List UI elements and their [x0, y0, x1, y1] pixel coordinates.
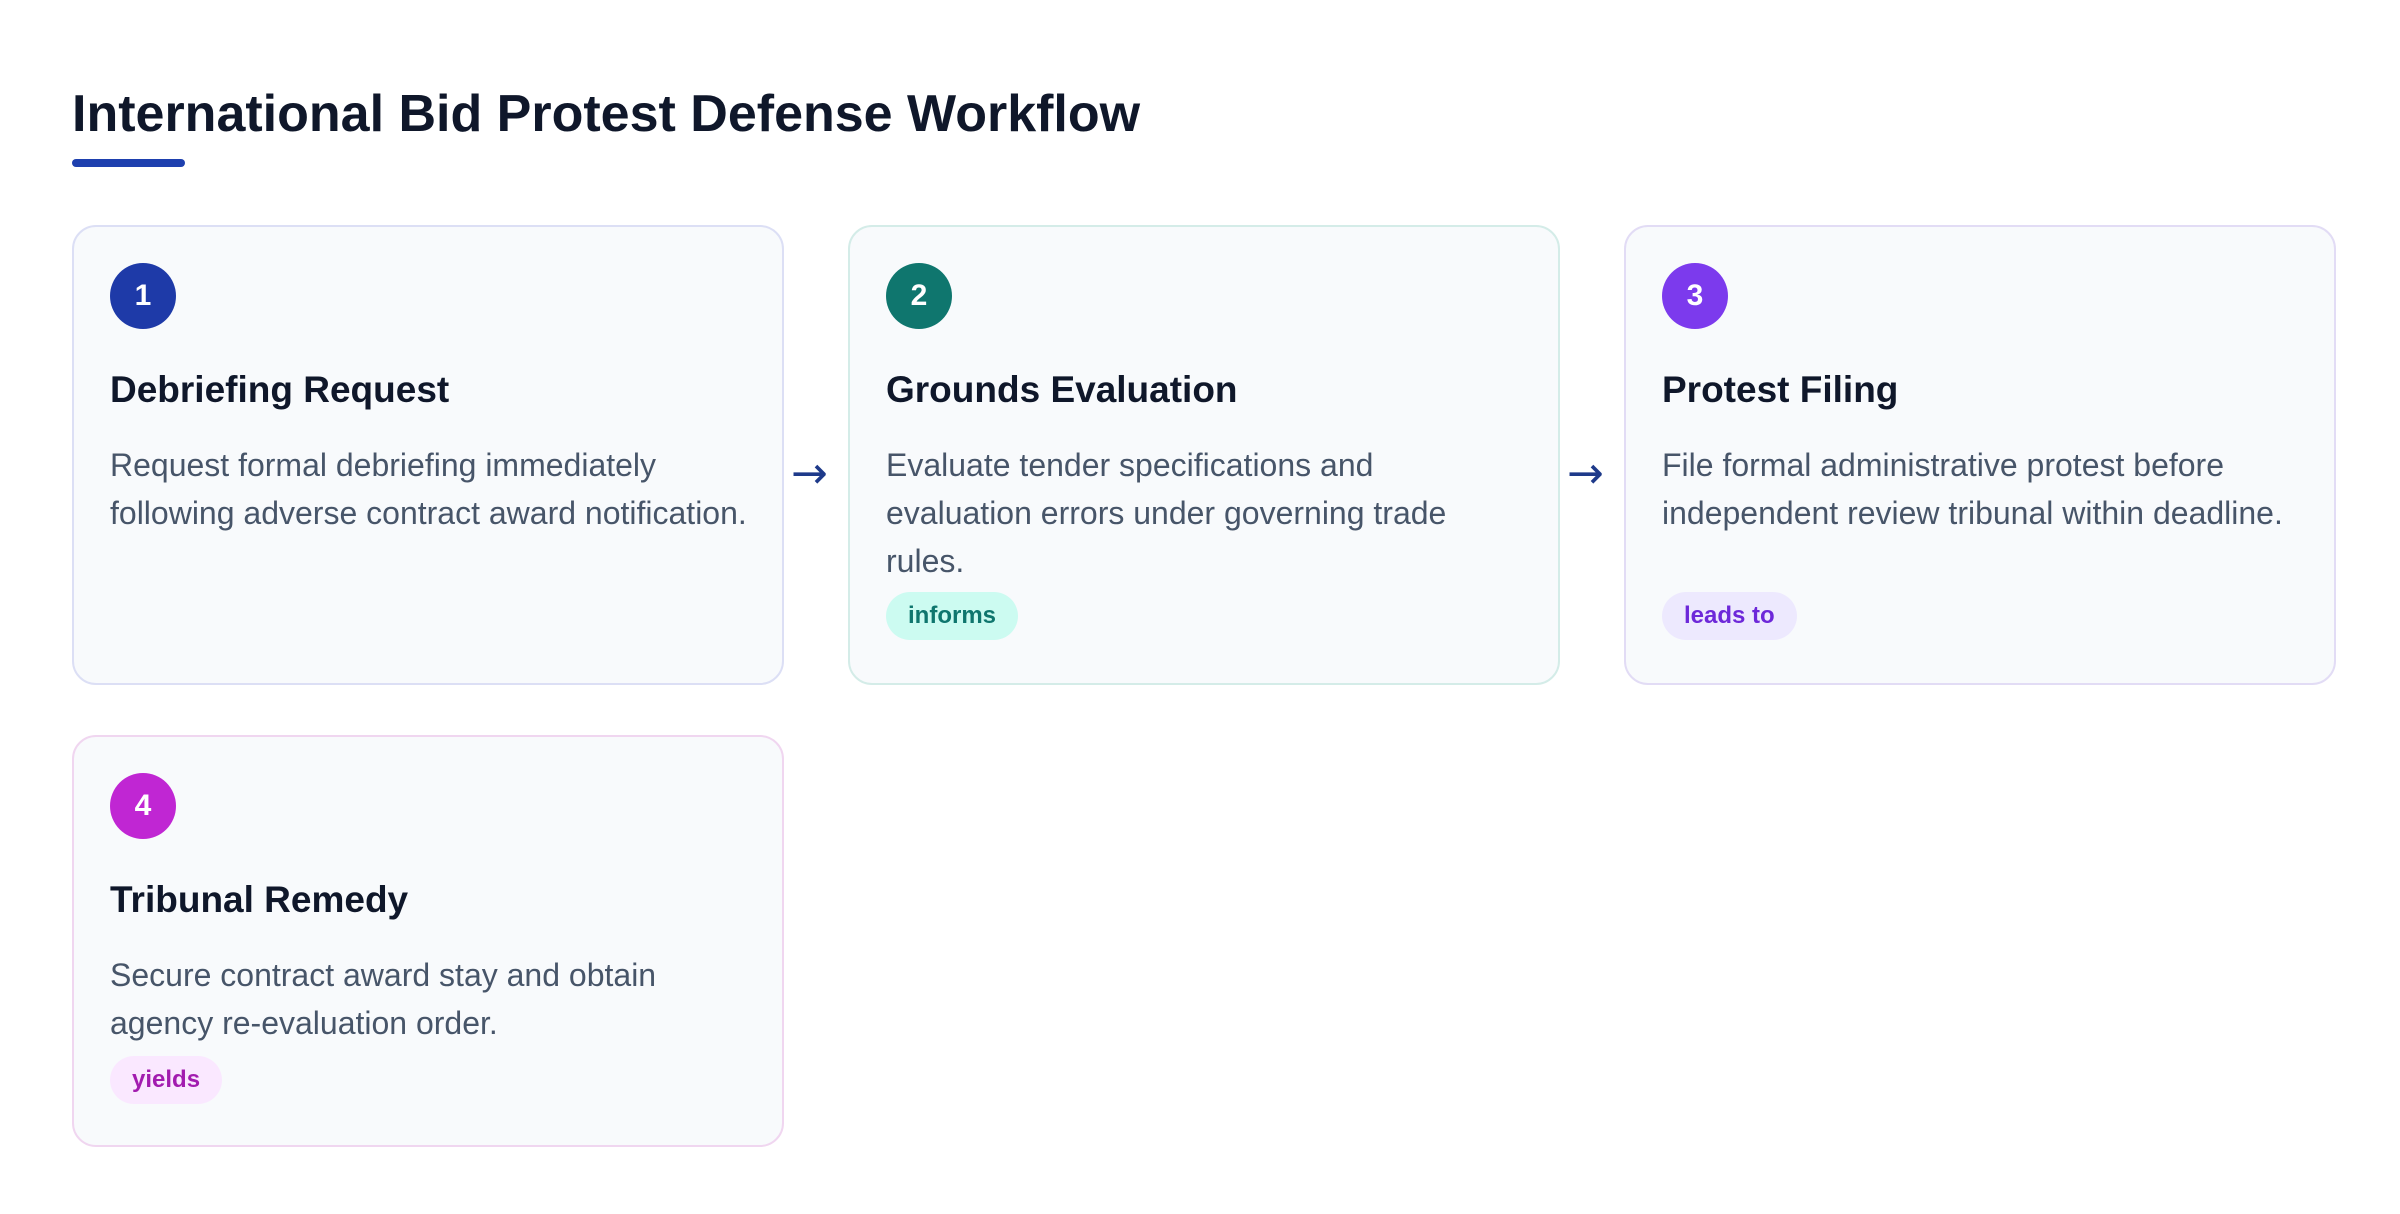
relation-tag: yields	[110, 1056, 223, 1104]
step-card-debriefing-request: 1 Debriefing Request Request formal debr…	[72, 225, 784, 685]
step-card-grounds-evaluation: 2 Grounds Evaluation Evaluate tender spe…	[848, 225, 1560, 685]
step-description: Request formal debriefing immediately fo…	[110, 447, 747, 531]
step-description: File formal administrative protest befor…	[1662, 447, 2283, 531]
step-card-protest-filing: 3 Protest Filing File formal administrat…	[1624, 225, 2336, 685]
step-card-tribunal-remedy: 4 Tribunal Remedy Secure contract award …	[72, 735, 784, 1147]
step-title: Debriefing Request	[110, 369, 450, 410]
step-title: Protest Filing	[1662, 369, 1899, 410]
page-title: International Bid Protest Defense Workfl…	[72, 85, 1141, 143]
relation-tag: leads to	[1662, 592, 1797, 640]
step-description: Evaluate tender specifications and evalu…	[886, 447, 1447, 579]
step-description: Secure contract award stay and obtain ag…	[110, 957, 657, 1041]
step-number-badge: 4	[110, 773, 176, 839]
step-number-badge: 2	[886, 263, 952, 329]
right-arrow-icon: →	[791, 448, 828, 499]
step-title: Tribunal Remedy	[110, 879, 409, 920]
step-number-badge: 3	[1662, 263, 1728, 329]
title-underline	[72, 159, 185, 167]
step-number-badge: 1	[110, 263, 176, 329]
right-arrow-icon: →	[1567, 448, 1604, 499]
step-title: Grounds Evaluation	[886, 369, 1238, 410]
relation-tag: informs	[886, 592, 1019, 640]
